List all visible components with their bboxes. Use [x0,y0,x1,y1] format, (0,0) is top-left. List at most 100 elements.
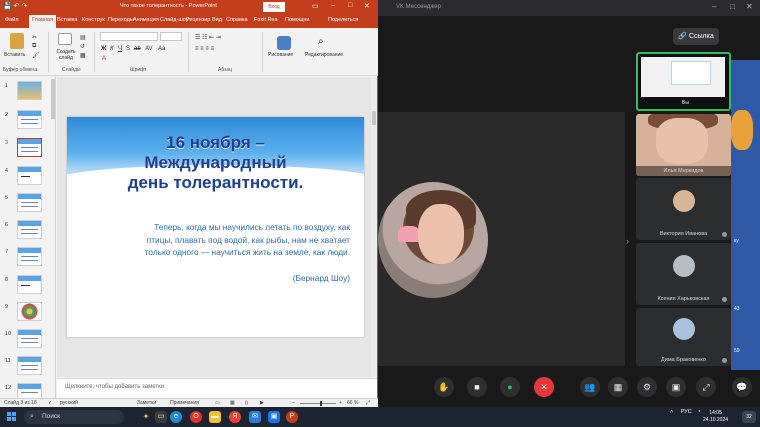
end-call-button[interactable]: ✕ [534,377,554,397]
spacing-button[interactable]: AV [145,46,153,52]
bold-button[interactable]: Ж [101,46,106,52]
zoom-out-icon[interactable]: – [292,400,295,406]
minimize-icon[interactable]: – [712,2,716,11]
participant-tile[interactable]: Ксения Харьковская [636,243,731,305]
tab-review[interactable]: Рецензир [186,17,210,23]
participant-tile[interactable]: Дима Браковенко [636,308,731,366]
fullscreen-button[interactable]: ⤢ [696,377,716,397]
drawing-button[interactable]: Рисование [268,52,293,58]
font-color-icon[interactable]: A [102,56,106,62]
tab-view[interactable]: Вид [212,17,222,23]
maximize-icon[interactable]: □ [348,2,352,9]
slide-title[interactable]: 16 ноября – Международный день толерантн… [67,133,364,193]
slide-thumbnail-selected[interactable]: 3 [0,136,55,162]
reading-view-icon[interactable]: ▯ [245,400,248,406]
search-icon[interactable]: ⌕ [318,36,324,47]
new-slide-button[interactable]: Создать слайд [54,49,78,61]
maximize-icon[interactable]: □ [730,2,735,11]
bullets-icon[interactable]: ☰ ☷ ⇤ ⇥ [195,34,221,41]
underline-button[interactable]: Ч [118,46,122,52]
copy-link-button[interactable]: 🔗 Ссылка [673,28,719,45]
app-icon[interactable]: ▣ [268,411,280,423]
yandex-icon[interactable]: Я [229,411,241,423]
chevron-right-icon[interactable]: › [626,236,629,246]
zoom-level[interactable]: 66 % [347,400,358,406]
slide-thumbnail[interactable]: 10 [0,327,55,353]
task-view-icon[interactable]: ▭ [155,411,167,423]
slide-body-text[interactable]: Теперь, когда мы научились летать по воз… [105,221,350,259]
language-indicator[interactable]: РУС [681,409,692,415]
wifi-icon[interactable]: ◔ [697,409,700,415]
login-button[interactable]: Вход [263,2,285,12]
tab-assistant[interactable]: Помощни [285,17,310,23]
chat-button[interactable]: 💬 [732,377,752,397]
slide-quote-author[interactable]: (Бернард Шоу) [105,273,350,283]
tab-home[interactable]: Главная [29,15,56,28]
grid-view-button[interactable]: ▦ [608,377,628,397]
strikethrough-button[interactable]: ab [134,46,141,52]
layout-icon[interactable]: ▤ [80,34,86,41]
microphone-button[interactable]: ● [500,377,520,397]
notes-pane[interactable]: Щелкните, чтобы добавить заметки [57,378,377,398]
font-family-select[interactable] [100,32,158,41]
zoom-slider-handle[interactable] [320,401,322,406]
participant-tile[interactable]: Вы [636,52,731,111]
slide-thumbnail[interactable]: 11 [0,354,55,380]
tab-insert[interactable]: Вставка [57,17,77,23]
windows-start-icon[interactable] [7,412,17,422]
tab-foxit[interactable]: Foxit Rea [254,17,278,23]
zoom-in-icon[interactable]: + [339,400,342,406]
format-painter-icon[interactable]: 🖌 [32,52,40,59]
notifications-badge[interactable]: 32 [742,411,756,423]
tab-design[interactable]: Конструк [82,17,105,23]
drawing-icon[interactable] [277,36,291,50]
slide-thumbnail[interactable]: 1 [0,79,55,105]
slide-thumbnail[interactable]: 9 [0,300,55,326]
editor-scrollbar[interactable] [371,77,377,377]
save-icon[interactable]: 💾 ↶ ↷ [3,2,27,10]
close-icon[interactable]: ✕ [364,2,370,10]
minimize-icon[interactable]: – [331,2,335,9]
normal-view-icon[interactable]: ▭ [215,400,220,406]
font-size-select[interactable] [160,32,182,41]
taskbar-search[interactable]: ⌕ Поиск [24,410,124,424]
screen-share-button[interactable]: ▣ [666,377,686,397]
participants-button[interactable]: 👥 [580,377,600,397]
new-slide-icon[interactable] [58,33,72,45]
section-icon[interactable]: ▦ [80,52,86,59]
edge-icon[interactable]: e [170,411,182,423]
paste-icon[interactable] [10,33,24,49]
slideshow-view-icon[interactable]: ▶ [260,400,264,406]
paste-button[interactable]: Вставить [4,52,25,58]
change-case-button[interactable]: Aa [158,46,165,52]
raise-hand-button[interactable]: ✋ [434,377,454,397]
align-icon[interactable]: ≡ ≡ ≡ ≡ [195,46,214,52]
slide-thumbnail[interactable]: 4 [0,164,55,190]
slide-thumbnail[interactable]: 12 [0,381,55,398]
cut-icon[interactable]: ✂ [32,34,37,41]
tab-help[interactable]: Справка [226,17,248,23]
settings-button[interactable]: ⚙ [637,377,657,397]
slide-thumbnail[interactable]: 8 [0,273,55,299]
notes-button[interactable]: Заметки [137,400,156,406]
explorer-icon[interactable]: ▬ [209,411,221,423]
sorter-view-icon[interactable]: ▦ [230,400,235,406]
tab-transitions[interactable]: Переходы [108,17,134,23]
slide-thumbnail[interactable]: 5 [0,191,55,217]
participant-tile[interactable]: Виктория Иванова [636,178,731,240]
current-slide[interactable]: 16 ноября – Международный день толерантн… [67,117,364,337]
opera-icon[interactable]: O [190,411,202,423]
language-indicator[interactable]: русский [60,400,78,406]
ribbon-options-icon[interactable]: ▭ [312,2,319,10]
vk-messenger-icon[interactable]: ✉ [249,411,261,423]
slide-thumbnail[interactable]: 2 [0,108,55,134]
thumbnails-scrollbar[interactable] [51,79,55,119]
comments-button[interactable]: Примечания [170,400,199,406]
tab-file[interactable]: Файл [5,17,19,23]
powerpoint-icon[interactable]: P [286,411,298,423]
clock[interactable]: 14:05 24.10.2024 [703,410,728,424]
slide-thumbnail[interactable]: 7 [0,245,55,271]
tab-slideshow[interactable]: Слайд-шоу [160,17,189,23]
camera-button[interactable]: ■ [467,377,487,397]
zoom-slider[interactable] [300,403,336,404]
